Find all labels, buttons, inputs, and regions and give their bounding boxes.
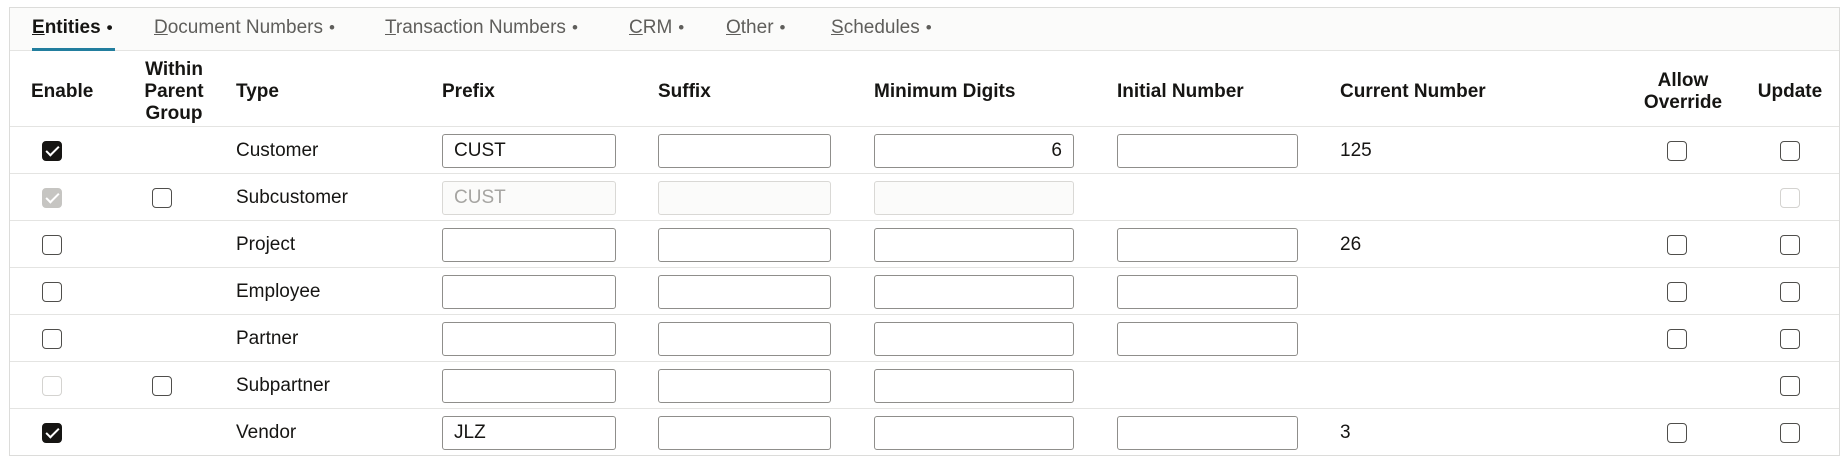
column-header-current-number: Current Number <box>1340 81 1486 102</box>
column-header-type: Type <box>236 81 279 102</box>
entity-type-label: Project <box>236 233 296 255</box>
column-header-suffix: Suffix <box>658 81 711 102</box>
tab-indicator-dot: • <box>106 18 113 37</box>
allow-override-checkbox[interactable] <box>1667 234 1687 255</box>
suffix-input[interactable] <box>658 368 831 403</box>
update-checkbox[interactable] <box>1780 422 1800 443</box>
row-divider <box>10 173 1839 174</box>
suffix-input <box>658 180 831 215</box>
current-number-value: 125 <box>1340 139 1372 161</box>
minimum-digits-input[interactable] <box>874 321 1074 356</box>
prefix-input[interactable] <box>442 133 616 168</box>
tab-crm[interactable]: CRM • <box>629 8 684 51</box>
enable-checkbox[interactable] <box>42 234 62 255</box>
column-header-update: Update <box>1757 81 1823 102</box>
tab-other[interactable]: Other • <box>726 8 785 51</box>
column-header-minimum-digits: Minimum Digits <box>874 81 1016 102</box>
prefix-input <box>442 180 616 215</box>
update-checkbox[interactable] <box>1780 281 1800 302</box>
entity-type-label: Vendor <box>236 421 297 443</box>
tab-indicator-dot: • <box>779 18 786 37</box>
prefix-input[interactable] <box>442 368 616 403</box>
row-divider <box>10 126 1839 127</box>
initial-number-input[interactable] <box>1117 227 1298 262</box>
enable-checkbox[interactable] <box>42 281 62 302</box>
enable-checkbox[interactable] <box>42 140 62 161</box>
within-parent-group-checkbox[interactable] <box>152 187 172 208</box>
suffix-input[interactable] <box>658 227 831 262</box>
enable-checkbox[interactable] <box>42 328 62 349</box>
entities-numbering-panel: Entities • Document Numbers • Transaction … <box>9 7 1840 456</box>
tab-bar: Entities • Document Numbers • Transaction … <box>10 8 1839 51</box>
tab-transaction-numbers[interactable]: Transaction Numbers • <box>385 8 578 51</box>
update-checkbox[interactable] <box>1780 140 1800 161</box>
row-divider <box>10 220 1839 221</box>
tab-indicator-dot: • <box>678 18 685 37</box>
row-divider <box>10 361 1839 362</box>
initial-number-input[interactable] <box>1117 415 1298 450</box>
tab-indicator-dot: • <box>925 18 932 37</box>
initial-number-input[interactable] <box>1117 274 1298 309</box>
tab-schedules[interactable]: Schedules • <box>831 8 932 51</box>
entity-type-label: Customer <box>236 139 319 161</box>
enable-checkbox <box>42 187 62 208</box>
minimum-digits-input[interactable] <box>874 133 1074 168</box>
entity-type-label: Partner <box>236 327 299 349</box>
prefix-input[interactable] <box>442 227 616 262</box>
column-header-initial-number: Initial Number <box>1117 81 1244 102</box>
entity-type-label: Employee <box>236 280 321 302</box>
tab-indicator-dot: • <box>571 18 578 37</box>
minimum-digits-input[interactable] <box>874 368 1074 403</box>
suffix-input[interactable] <box>658 274 831 309</box>
update-checkbox[interactable] <box>1780 234 1800 255</box>
allow-override-checkbox[interactable] <box>1667 281 1687 302</box>
column-header-within-parent-group: Within Parent Group <box>144 59 204 124</box>
row-divider <box>10 408 1839 409</box>
minimum-digits-input <box>874 180 1074 215</box>
current-number-value: 26 <box>1340 233 1362 255</box>
allow-override-checkbox[interactable] <box>1667 328 1687 349</box>
prefix-input[interactable] <box>442 274 616 309</box>
row-divider <box>10 267 1839 268</box>
initial-number-input[interactable] <box>1117 321 1298 356</box>
entity-type-label: Subpartner <box>236 374 331 396</box>
tab-indicator-dot: • <box>328 18 335 37</box>
suffix-input[interactable] <box>658 133 831 168</box>
tab-document-numbers[interactable]: Document Numbers • <box>154 8 335 51</box>
suffix-input[interactable] <box>658 321 831 356</box>
update-checkbox <box>1780 187 1800 208</box>
minimum-digits-input[interactable] <box>874 274 1074 309</box>
minimum-digits-input[interactable] <box>874 227 1074 262</box>
enable-checkbox <box>42 375 62 396</box>
allow-override-checkbox[interactable] <box>1667 422 1687 443</box>
suffix-input[interactable] <box>658 415 831 450</box>
allow-override-checkbox[interactable] <box>1667 140 1687 161</box>
update-checkbox[interactable] <box>1780 375 1800 396</box>
update-checkbox[interactable] <box>1780 328 1800 349</box>
tab-entities[interactable]: Entities • <box>32 8 115 51</box>
row-divider <box>10 314 1839 315</box>
prefix-input[interactable] <box>442 415 616 450</box>
minimum-digits-input[interactable] <box>874 415 1074 450</box>
column-header-allow-override: Allow Override <box>1643 70 1723 113</box>
within-parent-group-checkbox[interactable] <box>152 375 172 396</box>
prefix-input[interactable] <box>442 321 616 356</box>
enable-checkbox[interactable] <box>42 422 62 443</box>
current-number-value: 3 <box>1340 421 1351 443</box>
entity-type-label: Subcustomer <box>236 186 348 208</box>
initial-number-input[interactable] <box>1117 133 1298 168</box>
column-header-enable: Enable <box>31 81 94 102</box>
column-header-prefix: Prefix <box>442 81 495 102</box>
